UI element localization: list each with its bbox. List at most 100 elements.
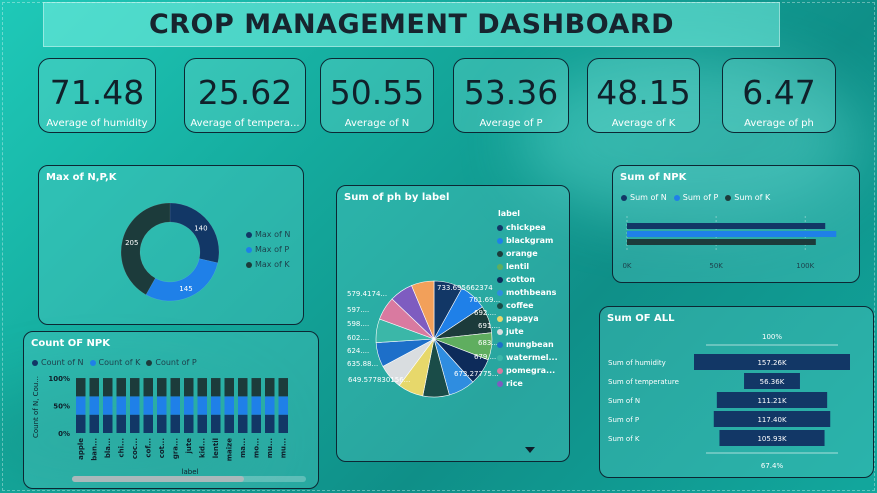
dashboard-title: CROP MANAGEMENT DASHBOARD <box>148 9 675 40</box>
ph-legend-item[interactable]: cotton <box>497 275 558 284</box>
ph-legend-item[interactable]: coffee <box>497 301 558 310</box>
kpi-card-humidity[interactable]: 71.48 Average of humidity <box>38 58 156 133</box>
kpi-card-temperature[interactable]: 25.62 Average of tempera... <box>184 58 306 133</box>
kpi-card-n[interactable]: 50.55 Average of N <box>320 58 434 133</box>
count-bar-segment <box>238 378 248 397</box>
funnel-row-label: Sum of P <box>608 416 639 424</box>
kpi-value: 48.15 <box>596 73 691 112</box>
ph-legend-item[interactable]: jute <box>497 327 558 336</box>
donut-data-label: 140 <box>194 224 207 232</box>
donut-data-label: 205 <box>125 239 138 247</box>
count-bar-segment <box>130 378 140 397</box>
legend-label: mungbean <box>506 340 554 349</box>
pie-slice-label: 733.695662374 <box>437 284 493 292</box>
count-bar-segment <box>278 396 288 415</box>
sum-all-funnel-chart[interactable]: 100% Sum of humidity 157.26K Sum of tempera… <box>600 307 874 478</box>
legend-dot-n <box>246 231 252 238</box>
count-bar-segment <box>170 414 180 433</box>
funnel-top-percent: 100% <box>762 333 782 341</box>
ph-legend-item[interactable]: orange <box>497 249 558 258</box>
count-bar-segment <box>170 396 180 415</box>
ph-legend-item[interactable]: papaya <box>497 314 558 323</box>
funnel-row-value: 117.40K <box>757 416 786 424</box>
sum-npk-card[interactable]: Sum of NPK Sum of N Sum of P Sum of K 0K… <box>612 165 860 283</box>
x-tick-label: mo... <box>252 438 260 458</box>
count-bar-segment <box>211 396 221 415</box>
count-bar-segment <box>238 396 248 415</box>
count-bar-segment <box>116 378 126 397</box>
count-bar-segment <box>157 414 167 433</box>
legend-label: Max of P <box>255 245 290 254</box>
pie-slice-label: 579.4174... <box>347 290 387 298</box>
count-npk-stacked-chart[interactable]: 100% 50% 0% Count of N, Cou... apple ban... bl… <box>24 332 319 489</box>
ph-legend-item[interactable]: mothbeans <box>497 288 558 297</box>
x-tick-label: 0K <box>622 262 631 270</box>
kpi-card-ph[interactable]: 6.47 Average of ph <box>722 58 836 133</box>
legend-dot <box>497 224 503 231</box>
pie-slice-label: 649.577830156... <box>348 376 410 384</box>
legend-dot <box>497 354 503 361</box>
legend-label: blackgram <box>506 236 554 245</box>
pie-slice-label: 701.69... <box>469 296 500 304</box>
x-tick-label: maize <box>225 438 233 461</box>
x-tick-label: bla... <box>104 438 112 458</box>
legend-item-max-k: Max of K <box>246 260 290 269</box>
count-bar-segment <box>184 396 194 415</box>
kpi-label: Average of tempera... <box>190 118 300 129</box>
ph-by-label-card[interactable]: Sum of ph by label 733.695662374 701.69..… <box>336 185 570 462</box>
horizontal-scrollbar-track[interactable] <box>72 476 306 482</box>
legend-dot <box>497 250 503 257</box>
npk-bar-k <box>627 239 816 245</box>
legend-label: mothbeans <box>506 288 557 297</box>
npk-bar-p <box>627 231 837 237</box>
sum-npk-bar-chart[interactable]: 0K 50K 100K <box>613 166 860 283</box>
pie-slice-label: 679.... <box>474 353 496 361</box>
kpi-label: Average of K <box>611 118 676 129</box>
legend-dot <box>497 315 503 322</box>
pie-slice-label: 598.... <box>347 320 369 328</box>
ph-legend-item[interactable]: watermel... <box>497 353 558 362</box>
count-bar-segment <box>116 396 126 415</box>
x-tick-label: mu... <box>266 438 274 458</box>
count-bar-segment <box>143 414 153 433</box>
count-bar-segment <box>103 396 113 415</box>
legend-dot <box>497 289 503 296</box>
legend-label: cotton <box>506 275 536 284</box>
x-tick-label: coc... <box>131 438 139 459</box>
kpi-card-k[interactable]: 48.15 Average of K <box>587 58 700 133</box>
count-bar-segment <box>89 414 99 433</box>
ph-legend-item[interactable]: blackgram <box>497 236 558 245</box>
funnel-row-value: 157.26K <box>757 359 786 367</box>
legend-label: coffee <box>506 301 534 310</box>
legend-label: orange <box>506 249 538 258</box>
count-bar-segment <box>265 414 275 433</box>
count-bar-segment <box>251 396 261 415</box>
donut-slice-max-of-k <box>120 202 171 296</box>
legend-scroll-down-icon[interactable] <box>525 447 535 453</box>
x-tick-label: kid... <box>198 438 206 458</box>
ph-legend-item[interactable]: pomegra... <box>497 366 558 375</box>
ph-legend-item[interactable]: rice <box>497 379 558 388</box>
count-bar-segment <box>89 396 99 415</box>
count-bar-segment <box>76 414 86 433</box>
count-bar-segment <box>76 378 86 397</box>
horizontal-scrollbar-thumb[interactable] <box>72 476 244 482</box>
ph-legend-item[interactable]: mungbean <box>497 340 558 349</box>
npk-bar-n <box>627 223 826 229</box>
y-tick-label: 50% <box>53 403 70 411</box>
legend-dot-p <box>246 246 252 253</box>
count-bar-segment <box>211 414 221 433</box>
ph-legend-item[interactable]: chickpea <box>497 223 558 232</box>
funnel-row-label: Sum of humidity <box>608 359 666 367</box>
legend-dot <box>497 341 503 348</box>
kpi-label: Average of humidity <box>46 118 148 129</box>
count-bar-segment <box>224 396 234 415</box>
sum-all-card[interactable]: Sum OF ALL 100% Sum of humidity 157.26K Sum… <box>599 306 874 478</box>
x-tick-label: cot... <box>158 438 166 458</box>
donut-slice-max-of-n <box>169 202 220 264</box>
kpi-value: 71.48 <box>49 73 145 112</box>
ph-legend-item[interactable]: lentil <box>497 262 558 271</box>
max-npk-card[interactable]: Max of N,P,K 140 145 205 Max of N Max of P… <box>38 165 304 325</box>
count-npk-card[interactable]: Count OF NPK Count of N Count of K Count… <box>23 331 319 489</box>
kpi-card-p[interactable]: 53.36 Average of P <box>453 58 569 133</box>
